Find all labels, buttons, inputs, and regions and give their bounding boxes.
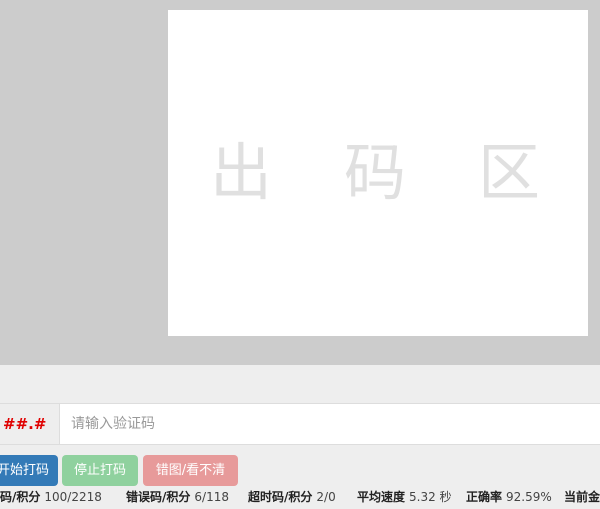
placeholder-char-1: 出 [210,136,273,209]
captcha-app: 出 码 区 ##.# 开始打码 停止打码 错图/看不清 确码/积分100/221… [0,0,600,509]
stat-correct: 确码/积分100/2218 [0,487,102,507]
stats-bar: 确码/积分100/2218 错误码/积分6/118 超时码/积分2/0 平均速度… [0,487,600,509]
stop-button[interactable]: 停止打码 [62,455,138,486]
captcha-display-area: 出 码 区 [0,0,600,365]
stat-timeout-label: 超时码/积分 [248,490,313,504]
stat-avg-speed-value: 5.32 秒 [409,490,452,504]
stat-wrong-value: 6/118 [194,490,229,504]
stat-avg-speed: 平均速度 5.32 秒 [357,487,452,507]
stat-accuracy-value: 92.59% [506,490,552,504]
placeholder-char-3: 区 [478,136,541,209]
captcha-placeholder-text: 出 码 区 [168,138,588,208]
captcha-input-row: ##.# [0,403,600,445]
stat-avg-speed-label: 平均速度 [357,490,406,504]
stat-accuracy-label: 正确率 [466,490,503,504]
stat-timeout: 超时码/积分 2/0 [248,487,336,507]
code-prefix-label: ##.# [0,404,60,444]
captcha-image-box: 出 码 区 [168,10,588,336]
stat-timeout-value: 2/0 [316,490,336,504]
stat-correct-value: 100/2218 [44,490,102,504]
stat-wrong: 错误码/积分 6/118 [126,487,229,507]
stat-wrong-label: 错误码/积分 [126,490,191,504]
divider-strip [0,365,600,403]
captcha-input[interactable] [61,404,600,444]
stat-balance: 当前金 [564,487,600,507]
stat-accuracy: 正确率 92.59% [466,487,552,507]
start-button[interactable]: 开始打码 [0,455,58,486]
report-error-button[interactable]: 错图/看不清 [143,455,238,486]
stat-correct-label: 确码/积分 [0,490,41,504]
placeholder-char-2: 码 [344,136,407,209]
stat-balance-label: 当前金 [564,490,600,504]
